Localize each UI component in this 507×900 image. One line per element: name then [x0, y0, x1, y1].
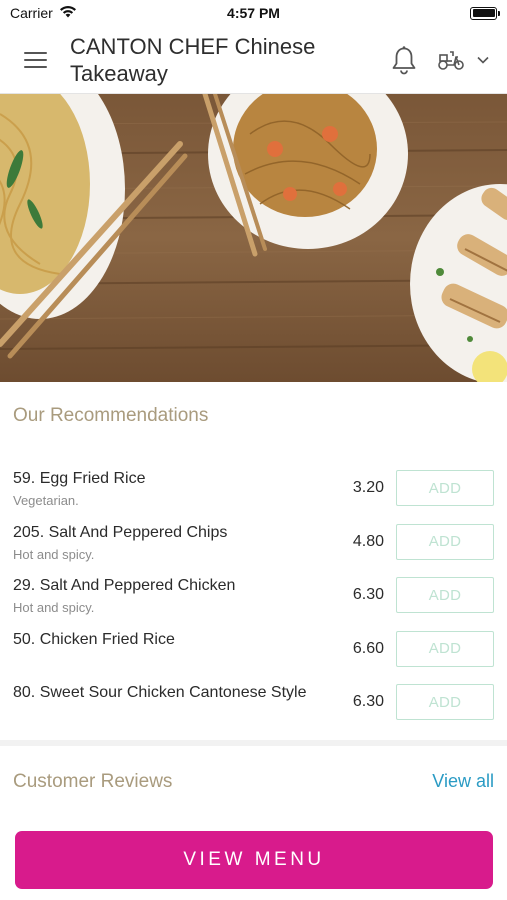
delivery-mode-selector[interactable] [437, 49, 489, 71]
item-price: 6.30 [352, 586, 384, 603]
item-description: Hot and spicy. [13, 600, 95, 615]
page-title: CANTON CHEF Chinese Takeaway [70, 33, 316, 86]
item-price: 4.80 [352, 532, 384, 550]
hero-image [0, 94, 507, 382]
add-button[interactable]: ADD [396, 684, 494, 720]
item-price: 6.60 [352, 639, 384, 657]
section-divider [0, 740, 507, 746]
list-item: 59. Egg Fried Rice Vegetarian. 3.20 ADD [0, 460, 507, 514]
status-left: Carrier [10, 5, 77, 21]
item-description: Hot and spicy. [13, 546, 95, 562]
bell-icon[interactable] [391, 45, 417, 75]
chevron-down-icon [477, 56, 489, 64]
status-bar: Carrier 4:57 PM [0, 0, 507, 26]
list-item: 50. Chicken Fried Rice 6.60 ADD [0, 621, 507, 675]
item-name: 50. Chicken Fried Rice [13, 630, 175, 648]
item-price: 3.20 [352, 479, 384, 496]
item-name: 29. Salt And Peppered Chicken [13, 577, 236, 594]
add-button[interactable]: ADD [396, 523, 494, 560]
item-name: 80. Sweet Sour Chicken Cantonese Style [13, 684, 307, 701]
reviews-title: Customer Reviews [13, 771, 173, 792]
item-price: 6.30 [352, 693, 384, 710]
menu-button[interactable] [0, 26, 70, 94]
recommendations-title: Our Recommendations [13, 405, 209, 426]
item-description: Vegetarian. [13, 493, 79, 508]
list-item: 29. Salt And Peppered Chicken Hot and sp… [0, 567, 507, 621]
list-item: 205. Salt And Peppered Chips Hot and spi… [0, 514, 507, 568]
add-button[interactable]: ADD [396, 630, 494, 667]
recommendations-list: 59. Egg Fried Rice Vegetarian. 3.20 ADD … [0, 460, 507, 728]
view-menu-button[interactable]: VIEW MENU [15, 831, 493, 889]
add-button[interactable]: ADD [396, 470, 494, 506]
list-item: 80. Sweet Sour Chicken Cantonese Style 6… [0, 674, 507, 728]
wifi-icon [59, 5, 77, 21]
hamburger-menu-icon [23, 51, 47, 68]
app-header: CANTON CHEF Chinese Takeaway [0, 26, 507, 94]
scooter-icon [437, 49, 465, 71]
item-name: 205. Salt And Peppered Chips [13, 523, 228, 541]
add-button[interactable]: ADD [396, 577, 494, 613]
item-name: 59. Egg Fried Rice [13, 470, 146, 487]
view-all-link[interactable]: View all [432, 771, 494, 792]
carrier-label: Carrier [10, 5, 53, 21]
battery-icon [470, 6, 500, 20]
header-actions [391, 26, 489, 94]
